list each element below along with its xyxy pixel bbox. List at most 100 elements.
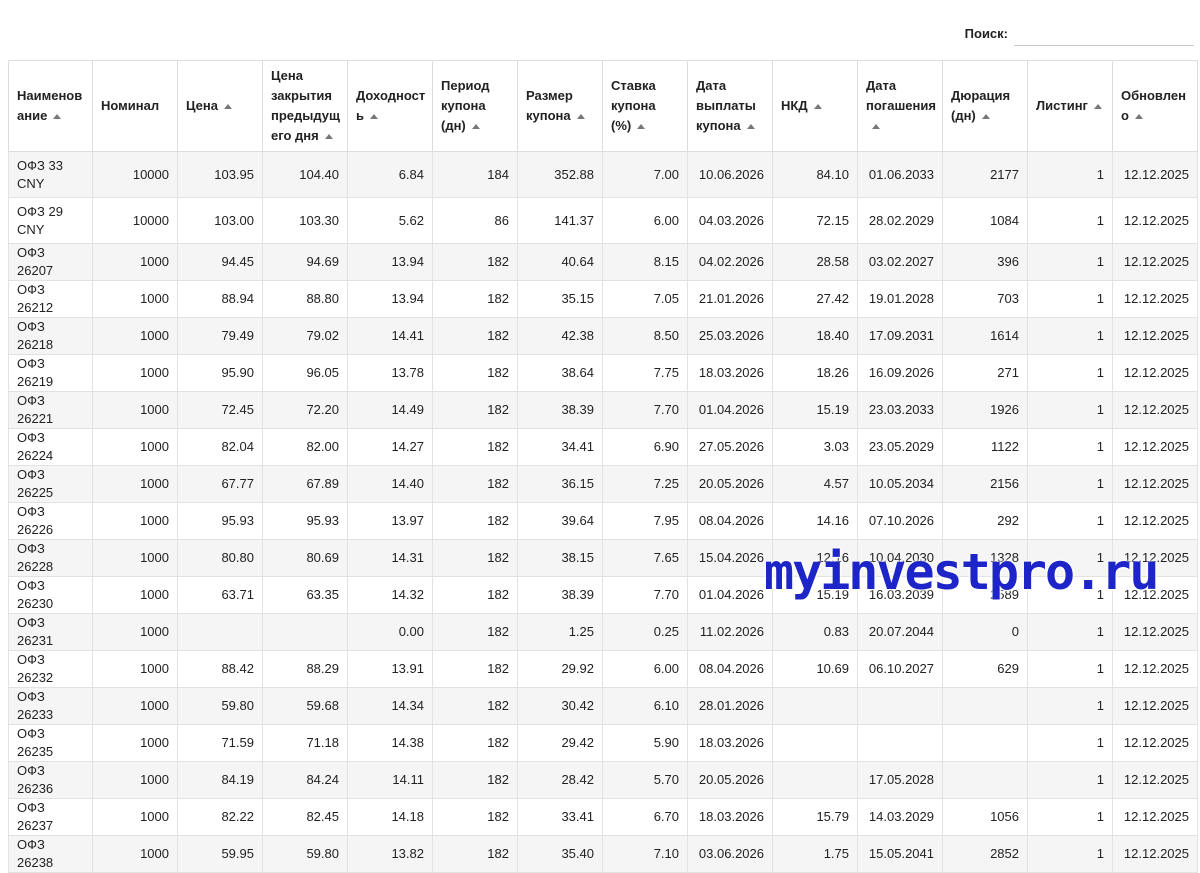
column-header-listing[interactable]: Листинг [1027, 60, 1113, 152]
column-header-updated[interactable]: Обновлен о [1112, 60, 1198, 152]
cell-nominal: 1000 [92, 724, 178, 762]
column-header-yield[interactable]: Доходност ь [347, 60, 433, 152]
column-header-nkd[interactable]: НКД [772, 60, 858, 152]
cell-listing: 1 [1027, 465, 1113, 503]
cell-nkd: 15.19 [772, 391, 858, 429]
cell-coupon_rate: 8.50 [602, 317, 688, 355]
cell-nominal: 1000 [92, 576, 178, 614]
cell-coupon_size: 352.88 [517, 151, 603, 198]
column-header-nominal[interactable]: Номинал [92, 60, 178, 152]
cell-listing: 1 [1027, 761, 1113, 799]
cell-coupon_date: 21.01.2026 [687, 280, 773, 318]
cell-maturity: 16.09.2026 [857, 354, 943, 392]
column-header-duration[interactable]: Дюрация (дн) [942, 60, 1028, 152]
sort-asc-icon[interactable] [576, 114, 585, 120]
table-row: ОФЗ 26230 1000 63.71 63.35 14.32 182 38.39 7.70… [8, 576, 1198, 614]
cell-name: ОФЗ 26233 [8, 687, 93, 725]
sort-asc-icon[interactable] [746, 124, 755, 130]
cell-maturity: 01.06.2033 [857, 151, 943, 198]
cell-duration [942, 761, 1028, 799]
cell-name: ОФЗ 26224 [8, 428, 93, 466]
cell-nkd: 18.26 [772, 354, 858, 392]
column-header-maturity[interactable]: Дата погашения [857, 60, 943, 152]
cell-coupon_date: 25.03.2026 [687, 317, 773, 355]
cell-prev_close: 94.69 [262, 243, 348, 281]
cell-yield: 14.38 [347, 724, 433, 762]
header-row: Наименов ание Номинал Цена Цена закрытия пр… [8, 60, 1198, 152]
bonds-table: Наименов ание Номинал Цена Цена закрытия пр… [8, 60, 1198, 873]
sort-asc-icon[interactable] [370, 114, 378, 120]
cell-coupon_rate: 7.05 [602, 280, 688, 318]
cell-coupon_rate: 7.00 [602, 151, 688, 198]
cell-coupon_period: 182 [432, 798, 518, 836]
cell-coupon_rate: 7.70 [602, 391, 688, 429]
sort-asc-icon[interactable] [223, 104, 232, 110]
column-header-label: Размер купона [526, 88, 573, 123]
cell-coupon_size: 141.37 [517, 197, 603, 244]
cell-coupon_size: 30.42 [517, 687, 603, 725]
cell-nkd: 27.42 [772, 280, 858, 318]
table-row: ОФЗ 26226 1000 95.93 95.93 13.97 182 39.64 7.95… [8, 502, 1198, 540]
cell-yield: 0.00 [347, 613, 433, 651]
cell-duration: 292 [942, 502, 1028, 540]
cell-nominal: 1000 [92, 280, 178, 318]
cell-maturity: 15.05.2041 [857, 835, 943, 873]
cell-maturity: 10.05.2034 [857, 465, 943, 503]
column-header-coupon_period[interactable]: Период купона (дн) [432, 60, 518, 152]
cell-name: ОФЗ 26221 [8, 391, 93, 429]
cell-nominal: 1000 [92, 465, 178, 503]
cell-price: 103.95 [177, 151, 263, 198]
cell-nkd: 1.75 [772, 835, 858, 873]
column-header-name[interactable]: Наименов ание [8, 60, 93, 152]
column-header-coupon_rate[interactable]: Ставка купона (%) [602, 60, 688, 152]
cell-nkd: 28.58 [772, 243, 858, 281]
cell-coupon_period: 184 [432, 151, 518, 198]
column-header-coupon_size[interactable]: Размер купона [517, 60, 603, 152]
table-row: ОФЗ 26231 1000 0.00 182 1.25 0.25 11.02.2026 0.… [8, 613, 1198, 651]
cell-listing: 1 [1027, 243, 1113, 281]
cell-coupon_size: 38.15 [517, 539, 603, 577]
cell-name: ОФЗ 26225 [8, 465, 93, 503]
column-header-coupon_date[interactable]: Дата выплаты купона [687, 60, 773, 152]
cell-coupon_rate: 7.75 [602, 354, 688, 392]
sort-asc-icon[interactable] [324, 134, 333, 140]
search-label: Поиск: [964, 25, 1008, 41]
sort-asc-icon[interactable] [872, 124, 880, 130]
cell-duration: 1926 [942, 391, 1028, 429]
sort-asc-icon[interactable] [981, 114, 990, 120]
column-header-prev_close[interactable]: Цена закрытия предыдущ его дня [262, 60, 348, 152]
sort-asc-icon[interactable] [471, 124, 480, 130]
column-header-label: Дюрация (дн) [951, 88, 1011, 123]
cell-yield: 14.34 [347, 687, 433, 725]
cell-coupon_size: 35.15 [517, 280, 603, 318]
cell-coupon_period: 182 [432, 428, 518, 466]
table-row: ОФЗ 26238 1000 59.95 59.80 13.82 182 35.40 7.10… [8, 835, 1198, 873]
cell-yield: 6.84 [347, 151, 433, 198]
cell-name: ОФЗ 26218 [8, 317, 93, 355]
cell-coupon_rate: 6.00 [602, 197, 688, 244]
sort-asc-icon[interactable] [813, 104, 822, 110]
cell-prev_close: 104.40 [262, 151, 348, 198]
cell-coupon_period: 182 [432, 687, 518, 725]
cell-price: 103.00 [177, 197, 263, 244]
sort-asc-icon[interactable] [53, 114, 62, 120]
cell-price [177, 613, 263, 651]
cell-listing: 1 [1027, 428, 1113, 466]
cell-name: ОФЗ 26228 [8, 539, 93, 577]
sort-asc-icon[interactable] [1134, 114, 1143, 120]
search-input[interactable] [1014, 20, 1194, 46]
cell-listing: 1 [1027, 317, 1113, 355]
cell-listing: 1 [1027, 354, 1113, 392]
cell-nominal: 1000 [92, 502, 178, 540]
sort-asc-icon[interactable] [637, 124, 646, 130]
cell-nominal: 1000 [92, 243, 178, 281]
cell-coupon_rate: 6.70 [602, 798, 688, 836]
sort-asc-icon[interactable] [1093, 104, 1102, 110]
search-bar: Поиск: [965, 20, 1194, 46]
cell-listing: 1 [1027, 724, 1113, 762]
cell-prev_close: 63.35 [262, 576, 348, 614]
column-header-price[interactable]: Цена [177, 60, 263, 152]
cell-yield: 14.49 [347, 391, 433, 429]
column-header-label: Листинг [1036, 98, 1088, 113]
cell-nkd: 84.10 [772, 151, 858, 198]
